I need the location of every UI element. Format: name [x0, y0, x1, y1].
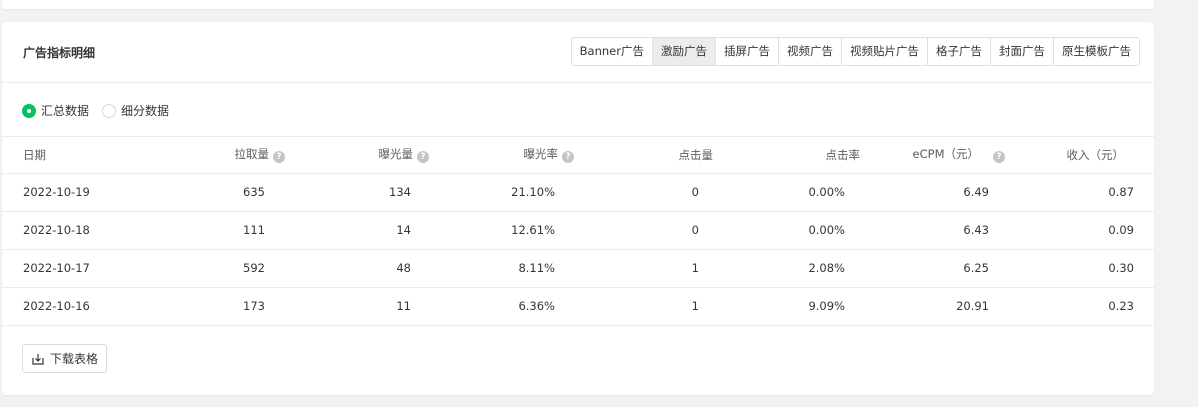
cell-date: 2022-10-18	[2, 211, 142, 250]
cell-impression-rate: 8.11%	[429, 249, 574, 288]
header-requests: 拉取量?	[142, 137, 285, 174]
cell-ecpm: 6.43	[862, 211, 1007, 250]
radio-checked-icon	[22, 103, 36, 118]
cell-revenue: 0.09	[1007, 211, 1154, 250]
radio-summary[interactable]: 汇总数据	[22, 102, 89, 119]
cell-clicks: 1	[574, 249, 717, 288]
cell-revenue: 0.23	[1007, 287, 1154, 326]
cell-requests: 635	[142, 173, 285, 212]
cell-impression-rate: 21.10%	[429, 173, 574, 212]
radio-detail-label: 细分数据	[121, 104, 170, 118]
help-icon[interactable]: ?	[993, 151, 1005, 164]
cell-revenue: 0.87	[1007, 173, 1154, 212]
tab-cover[interactable]: 封面广告	[990, 38, 1053, 65]
header-ctr: 点击率	[717, 137, 862, 174]
download-label: 下载表格	[50, 352, 99, 366]
download-table-button[interactable]: 下载表格	[22, 344, 108, 373]
ad-metrics-card: 广告指标明细 Banner广告 激励广告 插屏广告 视频广告 视频贴片广告 格子…	[2, 22, 1154, 395]
cell-impression-rate: 6.36%	[429, 287, 574, 326]
ad-type-tabs: Banner广告 激励广告 插屏广告 视频广告 视频贴片广告 格子广告 封面广告…	[570, 37, 1140, 66]
tab-native-template[interactable]: 原生模板广告	[1053, 38, 1139, 65]
header-ecpm: eCPM（元）?	[862, 137, 1007, 174]
help-icon[interactable]: ?	[273, 151, 285, 164]
cell-clicks: 1	[574, 287, 717, 326]
cell-requests: 173	[142, 287, 285, 326]
cell-requests: 111	[142, 211, 285, 250]
help-icon[interactable]: ?	[562, 151, 574, 164]
cell-impressions: 48	[285, 249, 429, 288]
radio-detail[interactable]: 细分数据	[102, 102, 169, 119]
header-clicks: 点击量	[574, 137, 717, 174]
cell-ecpm: 6.25	[862, 249, 1007, 288]
table-row: 2022-10-16 173 11 6.36% 1 9.09% 20.91 0.…	[2, 287, 1154, 326]
cell-clicks: 0	[574, 173, 717, 212]
cell-date: 2022-10-16	[2, 287, 142, 326]
cell-ecpm: 6.49	[862, 173, 1007, 212]
download-icon	[32, 353, 44, 365]
cell-revenue: 0.30	[1007, 249, 1154, 288]
tab-interstitial[interactable]: 插屏广告	[715, 38, 778, 65]
tab-banner[interactable]: Banner广告	[571, 38, 652, 65]
cell-ctr: 0.00%	[717, 211, 862, 250]
card-header: 广告指标明细 Banner广告 激励广告 插屏广告 视频广告 视频贴片广告 格子…	[2, 22, 1154, 83]
tab-rewarded[interactable]: 激励广告	[652, 38, 715, 65]
cell-date: 2022-10-17	[2, 249, 142, 288]
radio-summary-label: 汇总数据	[41, 104, 90, 118]
header-impression-rate: 曝光率?	[429, 137, 574, 174]
section-title: 广告指标明细	[23, 46, 96, 60]
table-row: 2022-10-19 635 134 21.10% 0 0.00% 6.49 0…	[2, 173, 1154, 212]
header-date: 日期	[2, 137, 142, 174]
header-impressions: 曝光量?	[285, 137, 429, 174]
tab-grid[interactable]: 格子广告	[927, 38, 990, 65]
cell-impressions: 14	[285, 211, 429, 250]
cell-impression-rate: 12.61%	[429, 211, 574, 250]
cell-impressions: 134	[285, 173, 429, 212]
data-mode-radio-group: 汇总数据 细分数据	[2, 83, 1154, 137]
help-icon[interactable]: ?	[417, 151, 429, 164]
table-row: 2022-10-18 111 14 12.61% 0 0.00% 6.43 0.…	[2, 211, 1154, 250]
cell-impressions: 11	[285, 287, 429, 326]
previous-card	[2, 0, 1154, 9]
cell-ctr: 0.00%	[717, 173, 862, 212]
cell-ctr: 9.09%	[717, 287, 862, 326]
metrics-table: 日期 拉取量? 曝光量? 曝光率? 点击量 点击率 eCPM（元）? 收入（元）…	[2, 137, 1154, 326]
table-row: 2022-10-17 592 48 8.11% 1 2.08% 6.25 0.3…	[2, 249, 1154, 288]
tab-video[interactable]: 视频广告	[778, 38, 841, 65]
cell-ctr: 2.08%	[717, 249, 862, 288]
tab-video-patch[interactable]: 视频贴片广告	[841, 38, 927, 65]
header-revenue: 收入（元）	[1007, 137, 1154, 174]
radio-unchecked-icon	[102, 103, 116, 118]
table-header-row: 日期 拉取量? 曝光量? 曝光率? 点击量 点击率 eCPM（元）? 收入（元）	[2, 137, 1154, 174]
cell-date: 2022-10-19	[2, 173, 142, 212]
cell-clicks: 0	[574, 211, 717, 250]
cell-requests: 592	[142, 249, 285, 288]
cell-ecpm: 20.91	[862, 287, 1007, 326]
